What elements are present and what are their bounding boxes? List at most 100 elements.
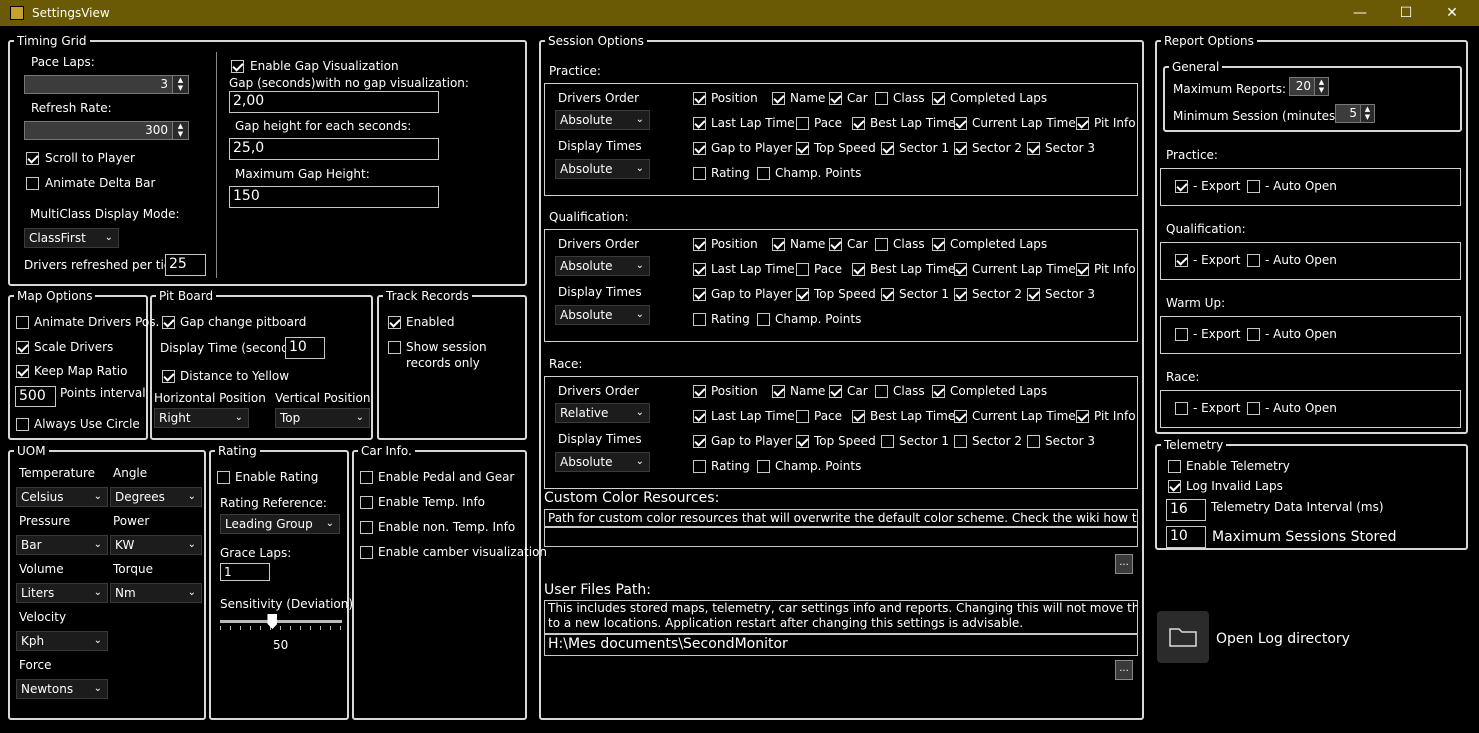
horizontal-position-dropdown[interactable]: Right ⌄	[154, 408, 249, 428]
user-files-browse-button[interactable]: ...	[1115, 660, 1133, 680]
close-button[interactable]: ✕	[1429, 0, 1475, 26]
drivers-order-dropdown[interactable]: Absolute ⌄	[555, 256, 650, 276]
sector1-checkbox[interactable]	[881, 435, 894, 448]
rating-reference-dropdown[interactable]: Leading Group ⌄	[220, 514, 340, 534]
last-lap-time-checkbox[interactable]	[693, 410, 706, 423]
champ-points-checkbox[interactable]	[757, 167, 770, 180]
user-files-input[interactable]: H:\Mes documents\SecondMonitor	[544, 634, 1138, 656]
car-checkbox[interactable]	[829, 238, 842, 251]
pit-info-checkbox[interactable]	[1076, 117, 1089, 130]
min-session-spinner[interactable]: 5 ▲ ▼	[1335, 104, 1375, 123]
vertical-position-dropdown[interactable]: Top ⌄	[275, 408, 370, 428]
animate-drivers-checkbox[interactable]	[16, 316, 29, 329]
sector2-checkbox[interactable]	[954, 288, 967, 301]
pace-laps-spinner[interactable]: 3 ▲ ▼	[24, 75, 189, 94]
enable-rating-checkbox[interactable]	[217, 471, 230, 484]
always-use-circle-checkbox[interactable]	[16, 418, 29, 431]
pace-checkbox[interactable]	[796, 410, 809, 423]
sector2-checkbox[interactable]	[954, 435, 967, 448]
last-lap-time-checkbox[interactable]	[693, 117, 706, 130]
pace-checkbox[interactable]	[796, 117, 809, 130]
force-dropdown[interactable]: Newtons ⌄	[16, 679, 108, 699]
temperature-dropdown[interactable]: Celsius ⌄	[16, 487, 108, 507]
max-sessions-input[interactable]: 10	[1166, 526, 1206, 548]
sector2-checkbox[interactable]	[954, 142, 967, 155]
temp-info-checkbox[interactable]	[360, 496, 373, 509]
car-checkbox[interactable]	[829, 92, 842, 105]
top-speed-checkbox[interactable]	[796, 142, 809, 155]
top-speed-checkbox[interactable]	[796, 288, 809, 301]
champ-points-checkbox[interactable]	[757, 460, 770, 473]
auto-open-checkbox[interactable]	[1247, 402, 1260, 415]
maximize-button[interactable]: ☐	[1383, 0, 1429, 26]
points-interval-input[interactable]: 500	[15, 386, 56, 407]
drivers-order-dropdown[interactable]: Relative ⌄	[555, 403, 650, 423]
auto-open-checkbox[interactable]	[1247, 180, 1260, 193]
car-checkbox[interactable]	[829, 385, 842, 398]
pace-checkbox[interactable]	[796, 263, 809, 276]
minimize-button[interactable]: —	[1337, 0, 1383, 26]
display-times-dropdown[interactable]: Absolute ⌄	[555, 159, 650, 179]
export-checkbox[interactable]	[1175, 328, 1188, 341]
distance-to-yellow-checkbox[interactable]	[162, 370, 175, 383]
class-checkbox[interactable]	[875, 385, 888, 398]
torque-dropdown[interactable]: Nm ⌄	[110, 583, 202, 603]
camber-checkbox[interactable]	[360, 546, 373, 559]
display-time-input[interactable]: 10	[285, 337, 325, 359]
display-times-dropdown[interactable]: Absolute ⌄	[555, 452, 650, 472]
sector3-checkbox[interactable]	[1027, 435, 1040, 448]
current-lap-time-checkbox[interactable]	[954, 263, 967, 276]
slider-thumb[interactable]	[267, 614, 278, 629]
custom-color-browse-button[interactable]: ...	[1115, 554, 1133, 574]
show-session-records-checkbox[interactable]	[388, 341, 401, 354]
gap-to-player-checkbox[interactable]	[693, 288, 706, 301]
completed-laps-checkbox[interactable]	[932, 92, 945, 105]
sector3-checkbox[interactable]	[1027, 288, 1040, 301]
completed-laps-checkbox[interactable]	[932, 238, 945, 251]
class-checkbox[interactable]	[875, 92, 888, 105]
sector1-checkbox[interactable]	[881, 142, 894, 155]
gap-change-checkbox[interactable]	[162, 316, 175, 329]
gap-to-player-checkbox[interactable]	[693, 142, 706, 155]
pit-info-checkbox[interactable]	[1076, 263, 1089, 276]
export-checkbox[interactable]	[1175, 402, 1188, 415]
drivers-refreshed-input[interactable]: 25	[165, 254, 206, 276]
auto-open-checkbox[interactable]	[1247, 254, 1260, 267]
non-temp-info-checkbox[interactable]	[360, 521, 373, 534]
name-checkbox[interactable]	[772, 385, 785, 398]
power-dropdown[interactable]: KW ⌄	[110, 535, 202, 555]
scroll-to-player-checkbox[interactable]	[26, 152, 39, 165]
volume-dropdown[interactable]: Liters ⌄	[16, 583, 108, 603]
export-checkbox[interactable]	[1175, 180, 1188, 193]
drivers-order-dropdown[interactable]: Absolute ⌄	[555, 110, 650, 130]
sector1-checkbox[interactable]	[881, 288, 894, 301]
best-lap-time-checkbox[interactable]	[852, 263, 865, 276]
position-checkbox[interactable]	[693, 385, 706, 398]
telemetry-interval-input[interactable]: 16	[1166, 499, 1206, 521]
angle-dropdown[interactable]: Degrees ⌄	[110, 487, 202, 507]
custom-color-input[interactable]	[544, 527, 1138, 547]
best-lap-time-checkbox[interactable]	[852, 410, 865, 423]
rating-checkbox[interactable]	[693, 313, 706, 326]
last-lap-time-checkbox[interactable]	[693, 263, 706, 276]
auto-open-checkbox[interactable]	[1247, 328, 1260, 341]
class-checkbox[interactable]	[875, 238, 888, 251]
gap-no-vis-input[interactable]: 2,00	[229, 91, 439, 113]
track-records-enabled-checkbox[interactable]	[388, 316, 401, 329]
refresh-rate-spinner[interactable]: 300 ▲ ▼	[24, 121, 189, 140]
open-log-label[interactable]: Open Log directory	[1216, 631, 1350, 647]
enable-telemetry-checkbox[interactable]	[1168, 460, 1181, 473]
gap-visualization-checkbox[interactable]	[231, 60, 244, 73]
rating-checkbox[interactable]	[693, 167, 706, 180]
log-invalid-laps-checkbox[interactable]	[1168, 480, 1181, 493]
keep-map-ratio-checkbox[interactable]	[16, 365, 29, 378]
name-checkbox[interactable]	[772, 92, 785, 105]
sector3-checkbox[interactable]	[1027, 142, 1040, 155]
animate-delta-bar-checkbox[interactable]	[26, 177, 39, 190]
max-gap-input[interactable]: 150	[229, 186, 439, 208]
champ-points-checkbox[interactable]	[757, 313, 770, 326]
position-checkbox[interactable]	[693, 92, 706, 105]
top-speed-checkbox[interactable]	[796, 435, 809, 448]
multiclass-dropdown[interactable]: ClassFirst ⌄	[24, 228, 119, 248]
pressure-dropdown[interactable]: Bar ⌄	[16, 535, 108, 555]
